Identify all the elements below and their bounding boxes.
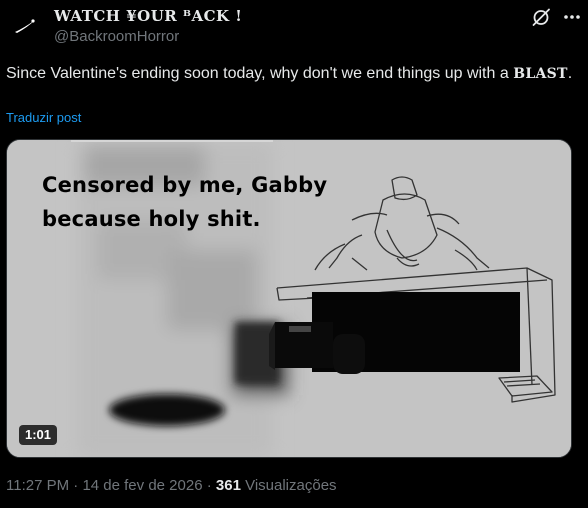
- views-count: 361: [215, 477, 241, 494]
- translate-post-link[interactable]: Traduzir post: [6, 110, 81, 126]
- avatar[interactable]: [6, 7, 46, 47]
- overlay-line-1: Censored by me, Gabby: [42, 173, 328, 197]
- post-text: Since Valentine's ending soon today, why…: [6, 62, 581, 86]
- video-player[interactable]: Censored by me, Gabby because holy shit.…: [6, 139, 572, 458]
- more-options-icon[interactable]: [562, 7, 582, 27]
- meta-separator: ·: [202, 477, 216, 494]
- display-name[interactable]: WATCH ¥OUR ᴮACK !: [54, 7, 242, 26]
- post-text-main: Since Valentine's ending soon today, why…: [6, 65, 509, 82]
- video-overlay-caption: Censored by me, Gabby because holy shit.: [42, 168, 327, 236]
- meta-separator: ·: [69, 477, 83, 494]
- post-text-emphasis: BLAST: [513, 66, 568, 82]
- author-handle[interactable]: @BackroomHorror: [54, 27, 242, 47]
- views-label: Visualizações: [240, 477, 337, 494]
- avatar-image: [6, 7, 46, 47]
- post-time[interactable]: 11:27 PM: [6, 477, 69, 494]
- grok-icon[interactable]: [531, 7, 551, 27]
- post-header: WATCH ¥OUR ᴮACK ! @BackroomHorror: [6, 5, 582, 47]
- video-duration-badge: 1:01: [19, 425, 58, 445]
- overlay-line-2: because holy shit.: [42, 207, 261, 231]
- post-meta: 11:27 PM · 14 de fev de 2026 · 361 Visua…: [6, 476, 337, 496]
- post: WATCH ¥OUR ᴮACK ! @BackroomHorror Since …: [0, 0, 588, 508]
- post-date[interactable]: 14 de fev de 2026: [82, 477, 202, 494]
- author-names: WATCH ¥OUR ᴮACK ! @BackroomHorror: [54, 7, 242, 47]
- post-text-end: .: [567, 65, 573, 82]
